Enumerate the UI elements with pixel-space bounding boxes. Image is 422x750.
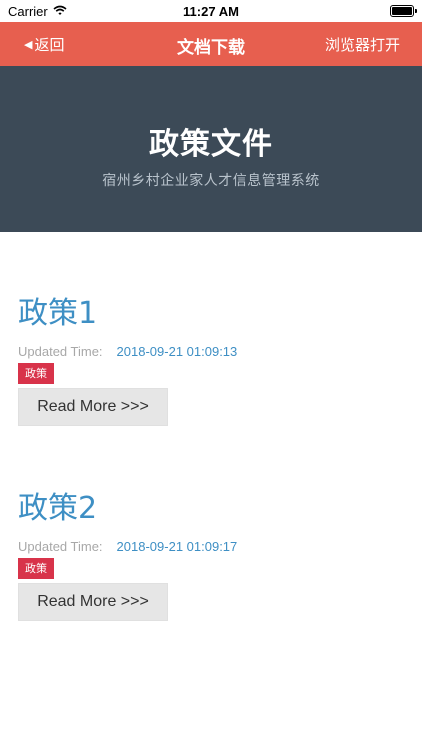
status-bar: Carrier 11:27 AM — [0, 0, 422, 22]
post-title[interactable]: 政策1 — [18, 296, 408, 332]
post-title[interactable]: 政策2 — [18, 491, 408, 527]
post-item: 政策1 Updated Time: 2018-09-21 01:09:13 政策… — [18, 296, 408, 426]
hero-title: 政策文件 — [149, 127, 273, 162]
category-tag[interactable]: 政策 — [18, 363, 54, 384]
updated-label: Updated Time: — [18, 539, 103, 554]
read-more-button[interactable]: Read More >>> — [18, 388, 168, 426]
battery-icon — [390, 5, 417, 17]
battery-fill — [392, 7, 412, 15]
read-more-button[interactable]: Read More >>> — [18, 583, 168, 621]
hero-banner: 政策文件 宿州乡村企业家人才信息管理系统 — [0, 66, 422, 232]
status-time: 11:27 AM — [183, 4, 239, 19]
updated-value: 2018-09-21 01:09:13 — [116, 344, 238, 359]
updated-value: 2018-09-21 01:09:17 — [116, 539, 238, 554]
post-meta: Updated Time: 2018-09-21 01:09:13 — [18, 344, 408, 359]
updated-label: Updated Time: — [18, 344, 103, 359]
hero-subtitle: 宿州乡村企业家人才信息管理系统 — [102, 173, 320, 189]
nav-bar: ◀ 返回 文档下载 浏览器打开 — [0, 22, 422, 66]
category-tag[interactable]: 政策 — [18, 558, 54, 579]
open-in-browser-button[interactable]: 浏览器打开 — [325, 34, 400, 55]
post-meta: Updated Time: 2018-09-21 01:09:17 — [18, 539, 408, 554]
post-item: 政策2 Updated Time: 2018-09-21 01:09:17 政策… — [18, 491, 408, 621]
